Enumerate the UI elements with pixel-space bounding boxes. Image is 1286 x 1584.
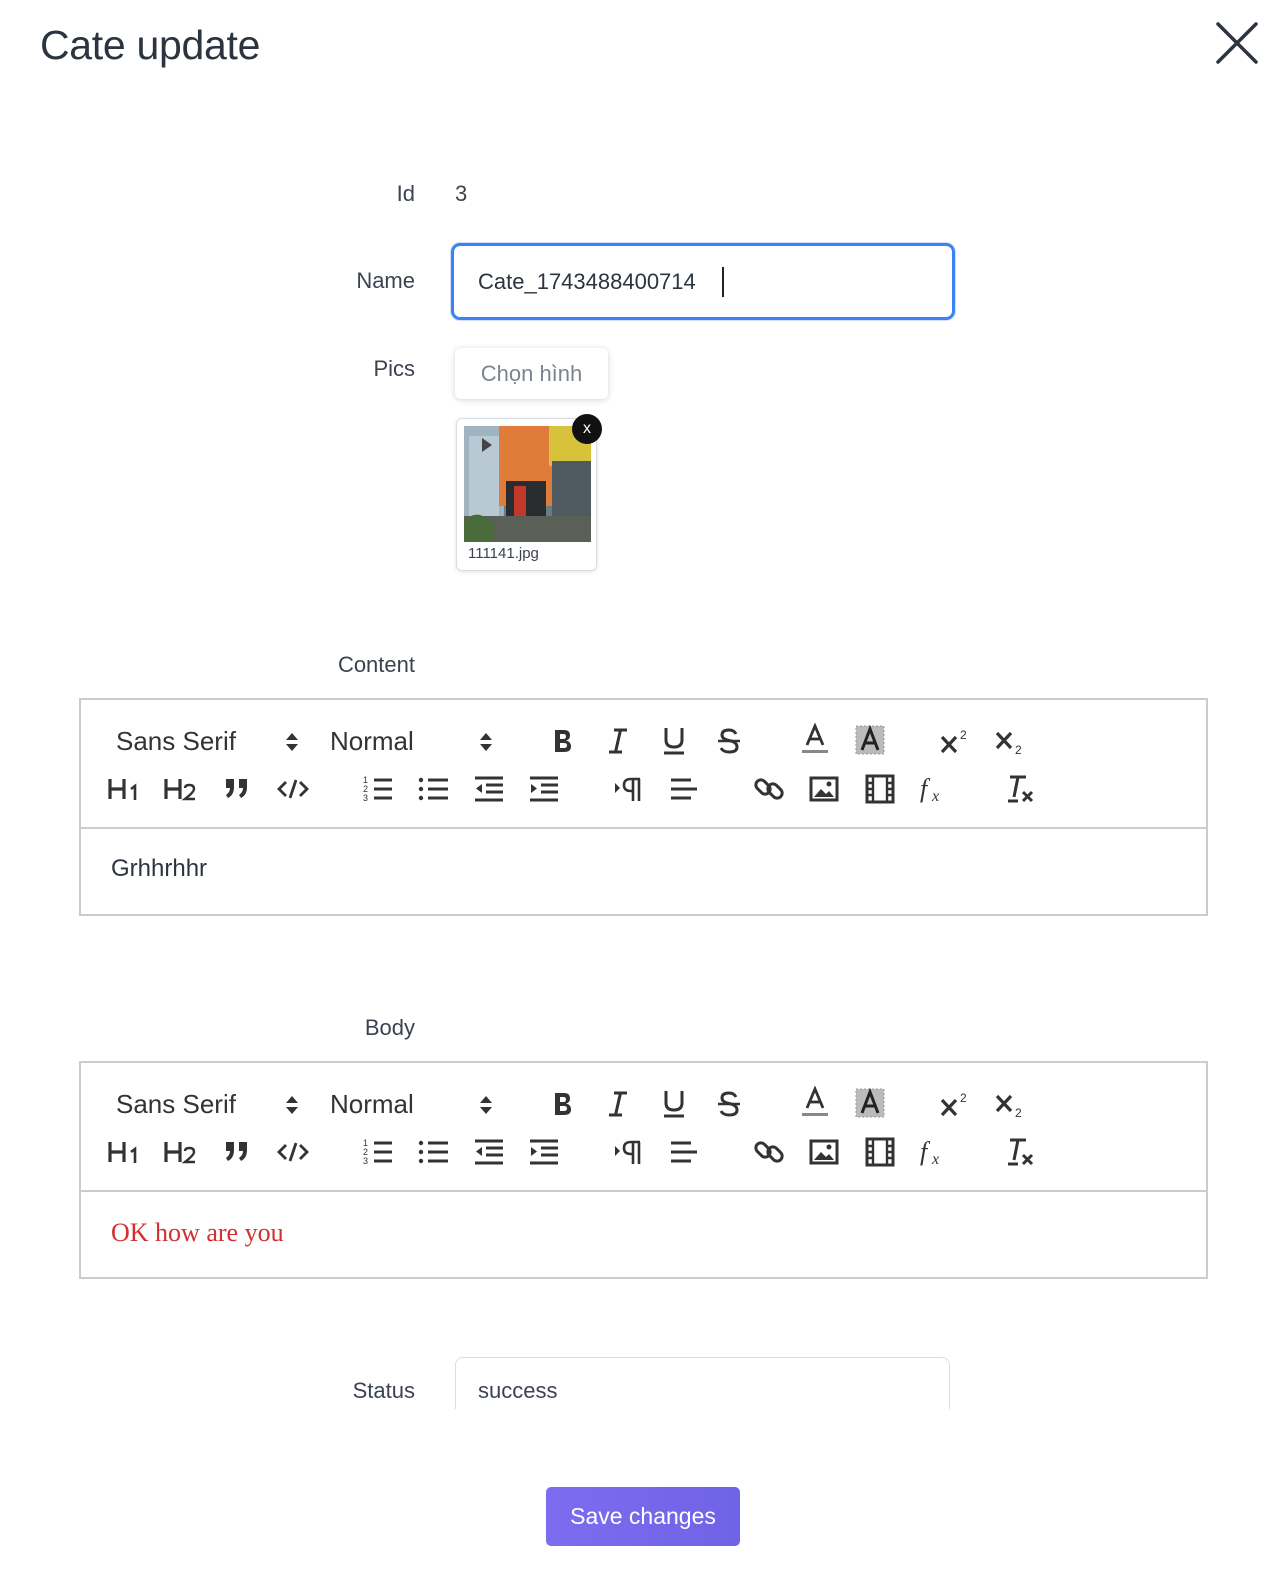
name-input[interactable] — [451, 243, 955, 320]
underline-icon[interactable] — [658, 1085, 690, 1123]
header-2-icon[interactable] — [161, 770, 201, 808]
close-icon[interactable] — [1212, 18, 1262, 68]
name-label: Name — [356, 268, 415, 293]
indent-icon[interactable] — [524, 1133, 564, 1171]
video-icon[interactable] — [860, 1133, 900, 1171]
font-picker[interactable]: Sans Serif — [116, 726, 236, 757]
formula-icon[interactable]: fx — [915, 1133, 955, 1171]
bold-icon[interactable] — [547, 722, 579, 760]
size-picker[interactable]: Normal — [330, 1089, 414, 1120]
status-field[interactable]: success — [455, 1357, 950, 1409]
image-icon[interactable] — [804, 1133, 844, 1171]
outdent-icon[interactable] — [469, 770, 509, 808]
text-direction-icon[interactable] — [609, 770, 649, 808]
header-1-icon[interactable] — [105, 1133, 145, 1171]
content-editor: Sans Serif Normal 2 2 123 fx Grhhrhhr — [79, 698, 1208, 916]
header-2-icon[interactable] — [161, 1133, 201, 1171]
body-label: Body — [364, 1015, 415, 1040]
background-color-icon[interactable] — [853, 720, 887, 760]
outdent-icon[interactable] — [469, 1133, 509, 1171]
blockquote-icon[interactable] — [217, 770, 257, 808]
svg-text:3: 3 — [363, 1156, 368, 1166]
text-color-icon[interactable] — [798, 1083, 832, 1123]
link-icon[interactable] — [749, 1133, 789, 1171]
bullet-list-icon[interactable] — [414, 770, 454, 808]
subscript-icon[interactable]: 2 — [991, 722, 1031, 760]
font-picker-arrows-icon — [286, 1096, 298, 1114]
underline-icon[interactable] — [658, 722, 690, 760]
content-text: Grhhrhhr — [111, 855, 208, 882]
body-toolbar: Sans Serif Normal 2 2 123 fx — [81, 1063, 1206, 1192]
content-toolbar: Sans Serif Normal 2 2 123 fx — [81, 700, 1206, 829]
code-block-icon[interactable] — [273, 1133, 313, 1171]
blockquote-icon[interactable] — [217, 1133, 257, 1171]
font-picker[interactable]: Sans Serif — [116, 1089, 236, 1120]
indent-icon[interactable] — [524, 770, 564, 808]
text-direction-icon[interactable] — [609, 1133, 649, 1171]
svg-text:f: f — [920, 1137, 931, 1166]
body-editor-body[interactable]: OK how are you — [81, 1192, 1206, 1277]
video-icon[interactable] — [860, 770, 900, 808]
align-icon[interactable] — [664, 1133, 704, 1171]
pics-label: Pics — [373, 356, 415, 381]
superscript-icon[interactable]: 2 — [936, 1085, 976, 1123]
code-block-icon[interactable] — [273, 770, 313, 808]
bullet-list-icon[interactable] — [414, 1133, 454, 1171]
svg-text:2: 2 — [960, 1091, 967, 1105]
file-name: 111141.jpg — [468, 545, 539, 562]
superscript-icon[interactable]: 2 — [936, 722, 976, 760]
body-text: OK how are you — [111, 1218, 284, 1247]
content-editor-body[interactable]: Grhhrhhr — [81, 829, 1206, 914]
svg-text:x: x — [931, 788, 939, 805]
clear-format-icon[interactable] — [1000, 1133, 1040, 1171]
ordered-list-icon[interactable]: 123 — [358, 770, 398, 808]
size-picker-arrows-icon — [480, 1096, 492, 1114]
svg-text:2: 2 — [1015, 1106, 1022, 1120]
subscript-icon[interactable]: 2 — [991, 1085, 1031, 1123]
bold-icon[interactable] — [547, 1085, 579, 1123]
ordered-list-icon[interactable]: 123 — [358, 1133, 398, 1171]
status-label: Status — [352, 1378, 415, 1403]
svg-text:2: 2 — [1015, 743, 1022, 757]
background-color-icon[interactable] — [853, 1083, 887, 1123]
choose-image-button[interactable]: Chọn hình — [455, 348, 608, 399]
text-caret — [722, 267, 724, 297]
text-color-icon[interactable] — [798, 720, 832, 760]
body-editor: Sans Serif Normal 2 2 123 fx OK how are … — [79, 1061, 1208, 1279]
id-label: Id — [396, 181, 415, 206]
size-picker[interactable]: Normal — [330, 726, 414, 757]
clear-format-icon[interactable] — [1000, 770, 1040, 808]
svg-text:x: x — [931, 1151, 939, 1168]
font-picker-arrows-icon — [286, 733, 298, 751]
id-value: 3 — [455, 181, 468, 206]
size-picker-arrows-icon — [480, 733, 492, 751]
align-icon[interactable] — [664, 770, 704, 808]
italic-icon[interactable] — [602, 1085, 634, 1123]
image-icon[interactable] — [804, 770, 844, 808]
remove-image-button[interactable]: x — [572, 414, 602, 444]
strike-icon[interactable] — [713, 1085, 745, 1123]
link-icon[interactable] — [749, 770, 789, 808]
image-thumbnail[interactable]: 111141.jpg — [456, 418, 597, 571]
image-preview — [464, 426, 591, 542]
svg-text:3: 3 — [363, 793, 368, 803]
save-changes-button[interactable]: Save changes — [546, 1487, 740, 1546]
header-1-icon[interactable] — [105, 770, 145, 808]
svg-text:f: f — [920, 774, 931, 803]
strike-icon[interactable] — [713, 722, 745, 760]
svg-text:2: 2 — [960, 728, 967, 742]
content-label: Content — [337, 652, 415, 677]
modal-title: Cate update — [40, 22, 261, 68]
italic-icon[interactable] — [602, 722, 634, 760]
formula-icon[interactable]: fx — [915, 770, 955, 808]
